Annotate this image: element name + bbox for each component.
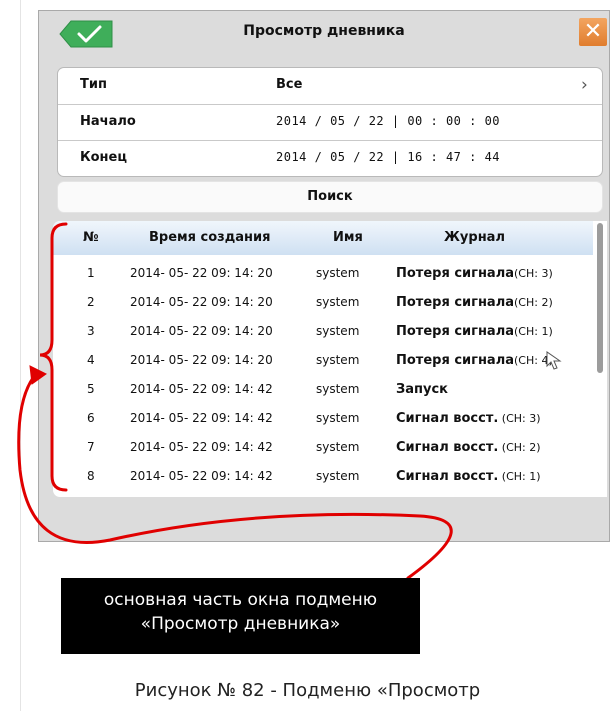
annotation-arrowhead (29, 365, 47, 385)
annotation-arrow-line (17, 372, 453, 580)
callout-line-2: «Просмотр дневника» (140, 614, 341, 634)
annotation-brace (39, 222, 68, 492)
figure-caption: Рисунок № 82 - Подменю «Просмотр (134, 680, 481, 701)
callout-line-1: основная часть окна подменю (103, 590, 378, 610)
annotation-callout: основная часть окна подменю «Просмотр дн… (61, 578, 420, 654)
